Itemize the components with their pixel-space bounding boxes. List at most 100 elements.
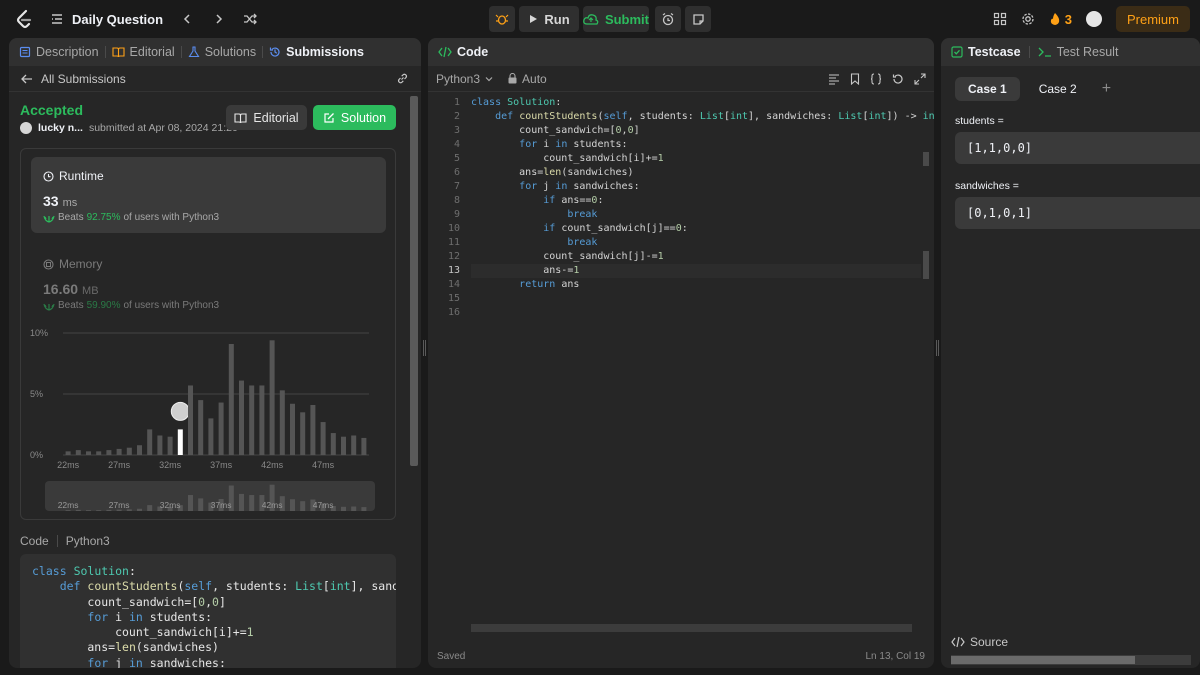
code-lines[interactable]: class Solution: def countStudents(self, …: [471, 96, 934, 320]
code-line[interactable]: if count_sandwich[j]==0:: [471, 222, 921, 236]
editorial-button[interactable]: Editorial: [226, 105, 307, 130]
premium-button[interactable]: Premium: [1115, 6, 1190, 32]
runtime-label-row: Runtime: [43, 169, 104, 183]
code-line[interactable]: [471, 292, 921, 306]
tab-editorial[interactable]: Editorial: [111, 45, 175, 59]
code-brackets-icon: [438, 46, 452, 58]
overview-bar: [239, 493, 244, 511]
case-tab-1[interactable]: Case 1: [955, 77, 1020, 101]
source-toggle[interactable]: Source: [951, 635, 1008, 649]
memory-card[interactable]: Memory 16.60 MB Beats 59.90% of users wit…: [31, 245, 386, 311]
line-numbers: 1 2 3 4 5 6 7 8 9 10 11 12 13 14 15 16: [428, 96, 460, 320]
runtime-card[interactable]: Runtime 33 ms Beats 92.75% of users with …: [31, 157, 386, 233]
code-line[interactable]: if ans==0:: [471, 194, 921, 208]
format-icon[interactable]: [828, 73, 840, 85]
overview-tick-label: 32ms: [160, 500, 181, 510]
user-avatar[interactable]: [1085, 11, 1102, 27]
tab-separator: [1028, 46, 1030, 58]
runtime-unit: ms: [62, 197, 78, 209]
code-line[interactable]: [471, 306, 921, 320]
code-line[interactable]: ans-=1: [471, 264, 921, 278]
code-line[interactable]: ans=len(sandwiches): [471, 166, 921, 180]
run-button[interactable]: Run: [519, 6, 579, 32]
runtime-beats-value: 92.75%: [86, 212, 121, 223]
tab-editorial-label: Editorial: [129, 45, 175, 59]
link-icon[interactable]: [396, 72, 409, 85]
tab-test-result[interactable]: Test Result: [1038, 45, 1118, 59]
laurel-icon: [43, 215, 55, 223]
code-line[interactable]: count_sandwich=[0,0]: [471, 124, 921, 138]
layout-grid-icon[interactable]: [993, 12, 1007, 26]
language-selector[interactable]: Python3: [436, 72, 494, 86]
tab-submissions[interactable]: Submissions: [269, 45, 364, 59]
streak-counter[interactable]: 3: [1049, 12, 1072, 27]
code-line[interactable]: break: [471, 208, 921, 222]
bookmark-icon[interactable]: [850, 72, 860, 85]
fullscreen-icon[interactable]: [914, 72, 926, 85]
code-toolbar: Python3 Auto: [428, 66, 934, 92]
overview-bar: [341, 506, 346, 511]
right-resize-handle[interactable]: [936, 340, 940, 356]
tab-testcase[interactable]: Testcase: [951, 45, 1021, 59]
editor-horizontal-scrollbar[interactable]: [471, 624, 912, 632]
preview-code-line: for j in sandwiches:: [87, 655, 226, 668]
all-submissions-link[interactable]: All Submissions: [41, 72, 126, 86]
add-case-icon[interactable]: +: [1096, 77, 1117, 101]
left-tab-bar: Description Editorial Solutions Submissi…: [9, 38, 421, 66]
overview-bar: [96, 510, 102, 511]
runtime-distribution-chart: 10% 5% 0% 22ms 27ms 32ms 37ms 42ms 47ms 22ms 27ms 3…: [30, 328, 375, 511]
code-line[interactable]: for i in students:: [471, 138, 921, 152]
list-icon: [52, 14, 62, 24]
solution-button[interactable]: Solution: [313, 105, 396, 130]
shuffle-icon[interactable]: [243, 13, 257, 25]
edit-icon: [324, 112, 334, 123]
testcase-horizontal-scrollbar[interactable]: [951, 655, 1191, 665]
code-editor[interactable]: 1 2 3 4 5 6 7 8 9 10 11 12 13 14 15 16 class Solution: …: [428, 96, 934, 626]
memory-beats-value: 59.90%: [86, 300, 121, 311]
timer-button[interactable]: [655, 6, 681, 32]
code-line[interactable]: def countStudents(self, students: List[i…: [471, 110, 934, 124]
submitter-name[interactable]: lucky n...: [38, 122, 83, 134]
left-panel-scrollbar[interactable]: [410, 96, 418, 666]
prev-problem-icon[interactable]: [181, 13, 193, 25]
bar: [300, 412, 306, 455]
reset-icon[interactable]: [892, 73, 904, 85]
code-line[interactable]: class Solution:: [471, 96, 921, 110]
code-header-separator: [56, 535, 58, 547]
left-scroll-thumb[interactable]: [410, 96, 418, 466]
testcase-tab-bar: Testcase Test Result: [941, 38, 1200, 66]
code-line[interactable]: count_sandwich[j]-=1: [471, 250, 921, 264]
preview-code-line: class Solution:: [32, 564, 136, 578]
notes-button[interactable]: [685, 6, 711, 32]
leetcode-logo-icon[interactable]: [14, 9, 34, 29]
tab-description[interactable]: Description: [19, 45, 99, 59]
braces-icon[interactable]: [870, 72, 882, 85]
submit-button[interactable]: Submit: [583, 6, 649, 32]
testcase-panel: Testcase Test Result Case 1 Case 2 + stu…: [941, 38, 1200, 668]
input-value-sandwiches[interactable]: [0,1,0,1]: [955, 197, 1200, 229]
tab-code[interactable]: Code: [438, 45, 488, 59]
tab-solutions[interactable]: Solutions: [188, 45, 256, 59]
editor-tools: [828, 72, 926, 85]
testcase-scroll-thumb[interactable]: [951, 656, 1135, 664]
auto-mode-toggle[interactable]: Auto: [508, 72, 547, 86]
memory-value: 16.60: [43, 281, 79, 297]
code-line[interactable]: break: [471, 236, 921, 250]
arrow-left-icon[interactable]: [21, 74, 33, 84]
code-line[interactable]: count_sandwich[i]+=1: [471, 152, 921, 166]
y-tick-label: 5%: [30, 389, 43, 399]
code-line[interactable]: return ans: [471, 278, 921, 292]
problem-list-button[interactable]: Daily Question: [50, 12, 163, 27]
settings-gear-icon[interactable]: [1021, 12, 1035, 26]
case-tab-2[interactable]: Case 2: [1026, 77, 1090, 101]
input-value-students[interactable]: [1,1,0,0]: [955, 132, 1200, 164]
debug-button[interactable]: [489, 6, 515, 32]
y-tick-label: 10%: [30, 328, 48, 338]
tab-separator: [262, 46, 264, 58]
overview-tick-label: 47ms: [313, 500, 334, 510]
overview-bar: [198, 498, 204, 511]
next-problem-icon[interactable]: [213, 13, 225, 25]
book-icon: [111, 47, 125, 58]
left-resize-handle[interactable]: [423, 340, 427, 356]
code-line[interactable]: for j in sandwiches:: [471, 180, 921, 194]
